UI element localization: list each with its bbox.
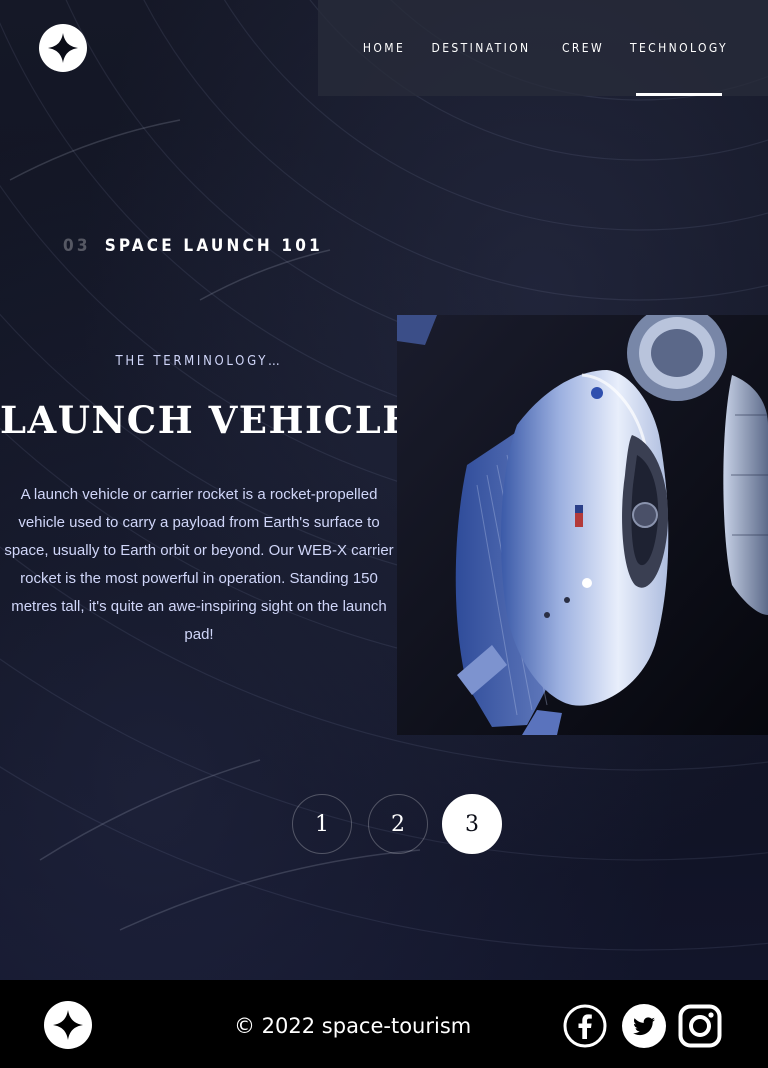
copyright-text: © 2022 space-tourism (234, 1014, 472, 1038)
twitter-icon (622, 1004, 666, 1048)
twitter-link[interactable] (622, 1004, 666, 1048)
nav-home[interactable]: HOME (363, 0, 403, 96)
page-button-3[interactable]: 3 (442, 794, 502, 854)
nav-technology[interactable]: TECHNOLOGY (630, 0, 726, 96)
page-button-2[interactable]: 2 (368, 794, 428, 854)
nav-crew[interactable]: CREW (562, 0, 602, 96)
space-capsule-image (397, 315, 768, 735)
page-button-1[interactable]: 1 (292, 794, 352, 854)
facebook-link[interactable] (563, 1004, 607, 1048)
footer: © 2022 space-tourism (0, 980, 768, 1068)
page-heading-text: SPACE LAUNCH 101 (104, 236, 323, 256)
page-heading-number: 03 (63, 236, 91, 256)
technology-description: A launch vehicle or carrier rocket is a … (4, 486, 394, 643)
star-logo-icon (48, 33, 78, 63)
page-heading: 03 SPACE LAUNCH 101 (63, 236, 323, 256)
facebook-icon (563, 1004, 607, 1048)
terminology-eyebrow: THE TERMINOLOGY… (115, 354, 283, 369)
technology-pagination: 1 2 3 (292, 794, 502, 854)
technology-title: LAUNCH VEHICLE (0, 398, 412, 442)
instagram-link[interactable] (678, 1004, 722, 1048)
nav-destination[interactable]: DESTINATION (431, 0, 528, 96)
star-logo-icon (53, 1010, 83, 1040)
footer-logo[interactable] (44, 1001, 92, 1049)
instagram-icon (678, 1004, 722, 1048)
primary-navigation: HOME DESTINATION CREW TECHNOLOGY (318, 0, 768, 96)
logo[interactable] (39, 24, 87, 72)
